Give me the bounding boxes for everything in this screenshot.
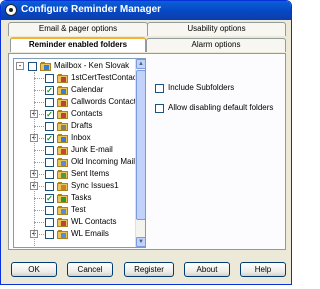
tree-node-label: WL Contacts (71, 217, 117, 226)
tree-node-label: Test (71, 205, 86, 214)
tab-alarm-options[interactable]: Alarm options (146, 38, 286, 52)
folder-checkbox[interactable] (45, 74, 54, 83)
drafts-folder-icon (57, 122, 68, 131)
folder-checkbox[interactable] (45, 218, 54, 227)
folder-checkbox[interactable]: ✓ (45, 110, 54, 119)
folder-checkbox[interactable] (45, 98, 54, 107)
folder-checkbox[interactable] (45, 182, 54, 191)
include-subfolders-checkbox[interactable] (155, 84, 164, 93)
folder-checkbox[interactable]: ✓ (45, 134, 54, 143)
app-icon (5, 4, 17, 16)
folder-checkbox[interactable] (28, 62, 37, 71)
tree-scrollbar[interactable]: ▲ ▼ (135, 59, 145, 247)
tree-node-label: Contacts (71, 109, 103, 118)
tab-usability-options[interactable]: Usability options (147, 22, 286, 36)
tree-node-label: Calendar (71, 85, 104, 94)
mail-folder-icon (57, 158, 68, 167)
tree-connector-line (34, 210, 44, 211)
window-title: Configure Reminder Manager (21, 4, 162, 15)
calendar-folder-icon (57, 86, 68, 95)
folder-checkbox[interactable] (45, 122, 54, 131)
mail-folder-icon (57, 206, 68, 215)
ok-button[interactable]: OK (11, 262, 57, 277)
tree-node-label: Sent Items (71, 169, 110, 178)
mailbox-icon (40, 62, 51, 71)
tab-email-pager-options[interactable]: Email & pager options (8, 22, 148, 36)
tree-node-label: Junk E-mail (71, 145, 113, 154)
folder-checkbox[interactable]: ✓ (45, 86, 54, 95)
folder-checkbox[interactable] (45, 146, 54, 155)
contacts-folder-icon (57, 98, 68, 107)
scroll-thumb[interactable] (136, 70, 145, 220)
tree-connector-line (34, 72, 35, 246)
help-button[interactable]: Help (240, 262, 286, 277)
contacts-folder-icon (57, 218, 68, 227)
contacts-folder-icon (57, 74, 68, 83)
tab-reminder-enabled-folders[interactable]: Reminder enabled folders (10, 37, 146, 52)
cancel-button[interactable]: Cancel (67, 262, 113, 277)
tree-connector-line (34, 150, 44, 151)
allow-disabling-default-folders-checkbox[interactable] (155, 104, 164, 113)
tree-connector-line (34, 90, 44, 91)
collapse-icon[interactable]: - (16, 62, 24, 70)
tab-label: Email & pager options (38, 24, 118, 33)
include-subfolders-label: Include Subfolders (168, 83, 235, 92)
dialog-body: Email & pager options Usability options … (4, 21, 289, 283)
tree-connector-line (34, 78, 44, 79)
tree-connector-line (34, 126, 44, 127)
allow-disabling-default-folders-label: Allow disabling default folders (168, 103, 274, 112)
tree-connector-line (34, 198, 44, 199)
tree-node-label: 1stCertTestContac (71, 73, 137, 82)
sync-folder-icon (57, 182, 68, 191)
tree-connector-line (34, 162, 44, 163)
tasks-folder-icon (57, 194, 68, 203)
register-button[interactable]: Register (124, 262, 174, 277)
about-button[interactable]: About (184, 262, 230, 277)
contacts-folder-icon (57, 110, 68, 119)
folder-checkbox[interactable] (45, 206, 54, 215)
tree-node-label: Tasks (71, 193, 92, 202)
tree-node-label: Drafts (71, 121, 93, 130)
tree-node-label: Mailbox - Ken Slovak (54, 61, 130, 70)
scroll-down-button[interactable]: ▼ (136, 237, 145, 247)
sent-folder-icon (57, 170, 68, 179)
folder-checkbox[interactable] (45, 158, 54, 167)
tree-connector-line (34, 102, 44, 103)
mail-folder-icon (57, 230, 68, 239)
tab-label: Alarm options (191, 40, 241, 49)
tree-node-label: Callwords Contacts (71, 97, 140, 106)
folder-checkbox[interactable]: ✓ (45, 194, 54, 203)
dialog-window: Configure Reminder Manager Email & pager… (0, 0, 292, 285)
title-bar[interactable]: Configure Reminder Manager (1, 1, 291, 20)
tab-label: Reminder enabled folders (28, 40, 128, 49)
tree-root-node[interactable]: - Mailbox - Ken Slovak (14, 60, 144, 72)
tree-connector-line (34, 222, 44, 223)
junk-folder-icon (57, 146, 68, 155)
folder-checkbox[interactable] (45, 170, 54, 179)
folder-checkbox[interactable] (45, 230, 54, 239)
scroll-up-button[interactable]: ▲ (136, 59, 145, 69)
tree-node-label: WL Emails (71, 229, 109, 238)
tab-label: Usability options (187, 24, 246, 33)
tree-node-label: Old Incoming Mail (71, 157, 136, 166)
folder-tree[interactable]: - Mailbox - Ken Slovak 1stCertTestContac ✓ C… (13, 58, 146, 248)
tree-node-label: Sync Issues1 (71, 181, 119, 190)
inbox-folder-icon (57, 134, 68, 143)
tab-panel: - Mailbox - Ken Slovak 1stCertTestContac ✓ C… (8, 53, 286, 250)
tree-node-label: Inbox (71, 133, 91, 142)
